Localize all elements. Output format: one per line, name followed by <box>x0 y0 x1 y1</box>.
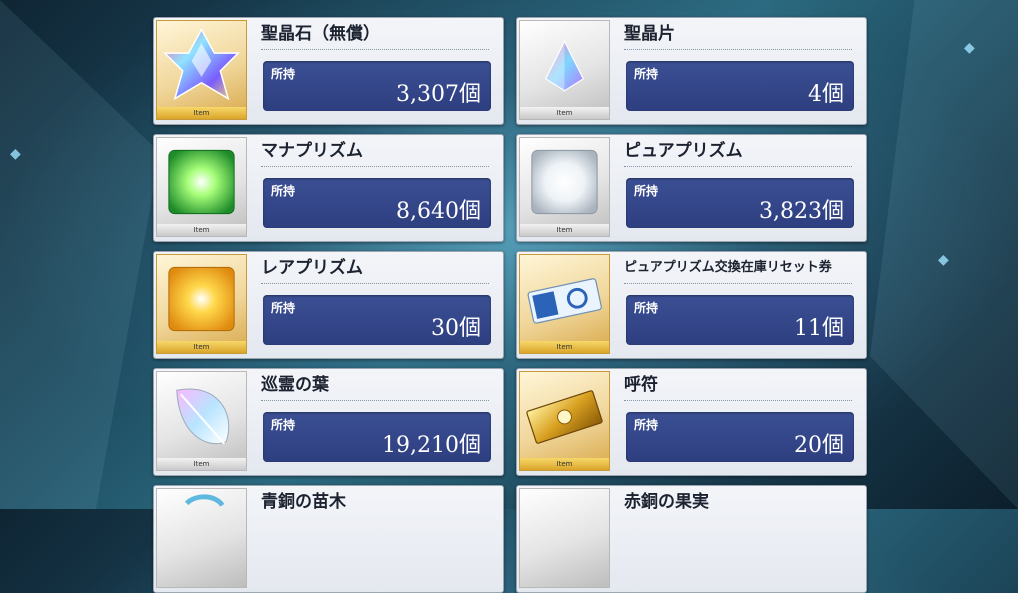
owned-panel: 所持 3,307個 <box>263 61 491 111</box>
item-thumbnail: Item <box>519 137 610 237</box>
background-shard <box>0 0 160 509</box>
spirit-leaf-icon <box>176 388 230 445</box>
owned-label: 所持 <box>634 184 659 198</box>
summon-ticket-icon <box>526 390 603 444</box>
owned-panel: 所持 19,210個 <box>263 412 491 462</box>
owned-panel: 所持 4個 <box>626 61 854 111</box>
item-card-bronze-sapling[interactable]: 青銅の苗木 <box>153 485 504 593</box>
sparkle-icon: ◆ <box>10 146 21 162</box>
item-tag: Item <box>520 224 609 236</box>
item-name: マナプリズム <box>261 141 363 161</box>
reset-ticket-icon <box>527 278 602 324</box>
divider <box>261 166 489 167</box>
saint-quartz-icon <box>163 27 240 101</box>
item-name: ピュアプリズム <box>624 141 743 161</box>
item-name: 聖晶片 <box>624 24 675 44</box>
item-tag: Item <box>157 107 246 119</box>
item-card-reset-ticket[interactable]: Item ピュアプリズム交換在庫リセット券 所持 11個 <box>516 251 867 359</box>
item-thumbnail: Item <box>156 20 247 120</box>
item-thumbnail: Item <box>519 20 610 120</box>
owned-count: 3,823個 <box>759 199 844 224</box>
owned-label: 所持 <box>634 418 659 432</box>
item-card-saint-quartz[interactable]: Item 聖晶石（無償） 所持 3,307個 <box>153 17 504 125</box>
owned-label: 所持 <box>634 301 659 315</box>
owned-panel: 所持 3,823個 <box>626 178 854 228</box>
item-name: 聖晶石（無償） <box>261 24 380 44</box>
divider <box>624 166 852 167</box>
owned-label: 所持 <box>271 301 296 315</box>
divider <box>261 283 489 284</box>
item-thumbnail: Item <box>156 371 247 471</box>
item-name: ピュアプリズム交換在庫リセット券 <box>624 260 832 275</box>
item-tag: Item <box>520 341 609 353</box>
owned-count: 19,210個 <box>382 433 481 458</box>
owned-count: 11個 <box>794 316 844 341</box>
owned-label: 所持 <box>634 67 659 81</box>
item-name: 巡霊の葉 <box>261 375 329 395</box>
item-card-summon-ticket[interactable]: Item 呼符 所持 20個 <box>516 368 867 476</box>
item-name: 青銅の苗木 <box>261 492 346 512</box>
item-card-copper-fruit[interactable]: 赤銅の果実 <box>516 485 867 593</box>
item-card-quartz-fragment[interactable]: Item 聖晶片 所持 4個 <box>516 17 867 125</box>
item-card-spirit-leaf[interactable]: Item 巡霊の葉 所持 19,210個 <box>153 368 504 476</box>
rare-prism-icon <box>168 266 235 332</box>
owned-count: 4個 <box>808 82 844 107</box>
item-card-rare-prism[interactable]: Item レアプリズム 所持 30個 <box>153 251 504 359</box>
item-card-pure-prism[interactable]: Item ピュアプリズム 所持 3,823個 <box>516 134 867 242</box>
item-name: 赤銅の果実 <box>624 492 709 512</box>
item-tag: Item <box>520 107 609 119</box>
quartz-fragment-icon <box>544 39 585 92</box>
item-name: レアプリズム <box>261 258 363 278</box>
divider <box>624 400 852 401</box>
item-tag: Item <box>157 458 246 470</box>
owned-label: 所持 <box>271 67 296 81</box>
item-thumbnail <box>156 488 247 588</box>
item-thumbnail: Item <box>156 137 247 237</box>
pure-prism-icon <box>531 149 598 215</box>
owned-panel: 所持 20個 <box>626 412 854 462</box>
owned-label: 所持 <box>271 418 296 432</box>
owned-panel: 所持 8,640個 <box>263 178 491 228</box>
owned-count: 3,307個 <box>396 82 481 107</box>
owned-count: 30個 <box>431 316 481 341</box>
mana-prism-icon <box>168 149 235 215</box>
item-card-mana-prism[interactable]: Item マナプリズム 所持 8,640個 <box>153 134 504 242</box>
divider <box>624 49 852 50</box>
owned-label: 所持 <box>271 184 296 198</box>
sparkle-icon: ◆ <box>938 252 949 268</box>
divider <box>261 400 489 401</box>
item-name: 呼符 <box>624 375 658 395</box>
owned-count: 8,640個 <box>396 199 481 224</box>
item-thumbnail: Item <box>519 254 610 354</box>
item-tag: Item <box>157 341 246 353</box>
item-thumbnail: Item <box>156 254 247 354</box>
item-tag: Item <box>157 224 246 236</box>
owned-count: 20個 <box>794 433 844 458</box>
divider <box>624 283 852 284</box>
divider <box>261 49 489 50</box>
owned-panel: 所持 30個 <box>263 295 491 345</box>
owned-panel: 所持 11個 <box>626 295 854 345</box>
sparkle-icon: ◆ <box>964 40 975 56</box>
item-thumbnail: Item <box>519 371 610 471</box>
item-thumbnail <box>519 488 610 588</box>
item-tag: Item <box>520 458 609 470</box>
bronze-sapling-icon <box>184 494 225 507</box>
